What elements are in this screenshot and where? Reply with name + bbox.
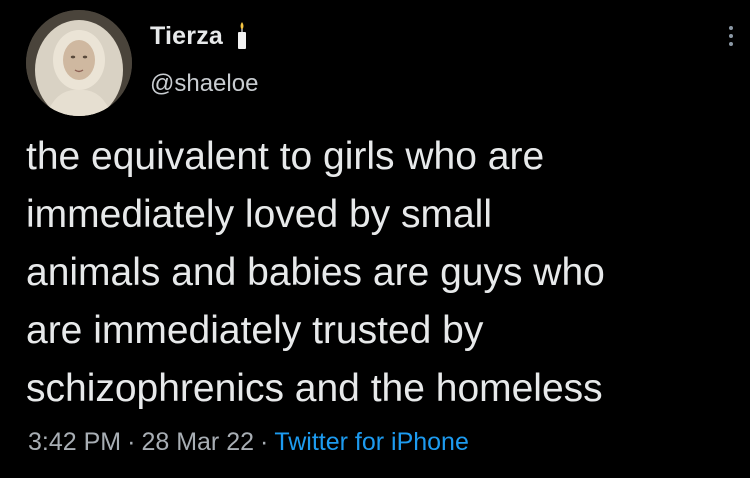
candle-icon	[235, 21, 249, 51]
tweet-source-link[interactable]: Twitter for iPhone	[274, 428, 469, 456]
meta-separator: ·	[127, 428, 136, 456]
tweet-metadata: 3:42 PM · 28 Mar 22 · Twitter for iPhone	[28, 428, 469, 457]
author-row: Tierza	[150, 16, 249, 56]
meta-separator: ·	[260, 428, 269, 456]
tweet-card: Tierza @shaeloe the equivalent to girls …	[0, 0, 750, 478]
tweet-date[interactable]: 28 Mar 22	[141, 428, 254, 456]
avatar-portrait-icon	[26, 10, 132, 116]
tweet-time[interactable]: 3:42 PM	[28, 428, 121, 456]
more-options-icon[interactable]	[724, 22, 738, 54]
display-name[interactable]: Tierza	[150, 22, 223, 51]
tweet-text: the equivalent to girls who are immediat…	[26, 135, 605, 410]
avatar[interactable]	[26, 10, 132, 116]
user-handle[interactable]: @shaeloe	[150, 70, 258, 98]
